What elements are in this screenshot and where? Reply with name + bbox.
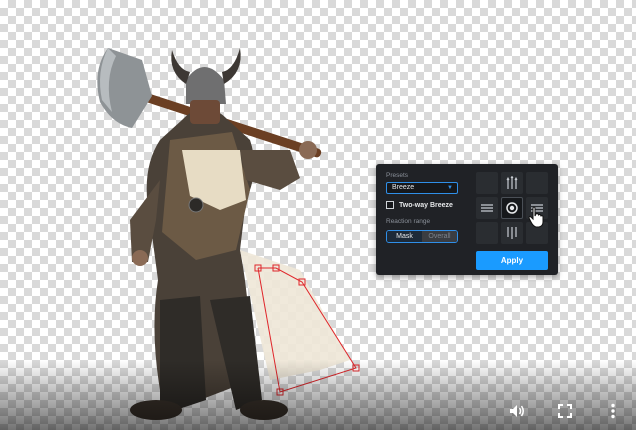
fullscreen-button[interactable] — [554, 400, 576, 422]
two-way-checkbox[interactable] — [386, 201, 394, 209]
more-icon — [611, 403, 615, 419]
volume-button[interactable] — [506, 400, 528, 422]
grid-cell-top-right — [526, 172, 548, 194]
more-options-button[interactable] — [602, 400, 624, 422]
breeze-panel: Presets Breeze ▼ Two-way Breeze Reaction… — [376, 164, 558, 275]
wind-down-icon — [507, 227, 517, 239]
fullscreen-icon — [558, 404, 572, 418]
dropdown-caret-icon: ▼ — [447, 185, 453, 191]
grid-cell-bottom-left — [476, 222, 498, 244]
wind-down-button[interactable] — [501, 222, 523, 244]
wind-up-icon — [506, 176, 518, 189]
range-option-overall[interactable]: Overall — [422, 231, 457, 242]
canvas: Presets Breeze ▼ Two-way Breeze Reaction… — [0, 0, 636, 430]
two-way-breeze-toggle[interactable]: Two-way Breeze — [386, 201, 453, 209]
hand-cursor-icon — [528, 206, 544, 228]
reaction-range-label: Reaction range — [386, 218, 431, 225]
two-way-label: Two-way Breeze — [399, 201, 453, 209]
preset-value: Breeze — [392, 184, 415, 191]
center-dot-icon — [506, 202, 518, 214]
center-button[interactable] — [501, 197, 523, 219]
direction-grid — [476, 172, 548, 244]
wind-left-icon — [481, 204, 493, 212]
volume-icon — [510, 405, 524, 417]
wind-left-button[interactable] — [476, 197, 498, 219]
presets-label: Presets — [386, 172, 409, 179]
reaction-range-segmented: Mask Overall — [386, 230, 458, 243]
grid-cell-top-left — [476, 172, 498, 194]
player-controls-bar — [0, 360, 636, 430]
range-option-mask[interactable]: Mask — [387, 231, 422, 242]
preset-dropdown[interactable]: Breeze ▼ — [386, 182, 458, 194]
apply-button[interactable]: Apply — [476, 251, 548, 270]
wind-up-button[interactable] — [501, 172, 523, 194]
